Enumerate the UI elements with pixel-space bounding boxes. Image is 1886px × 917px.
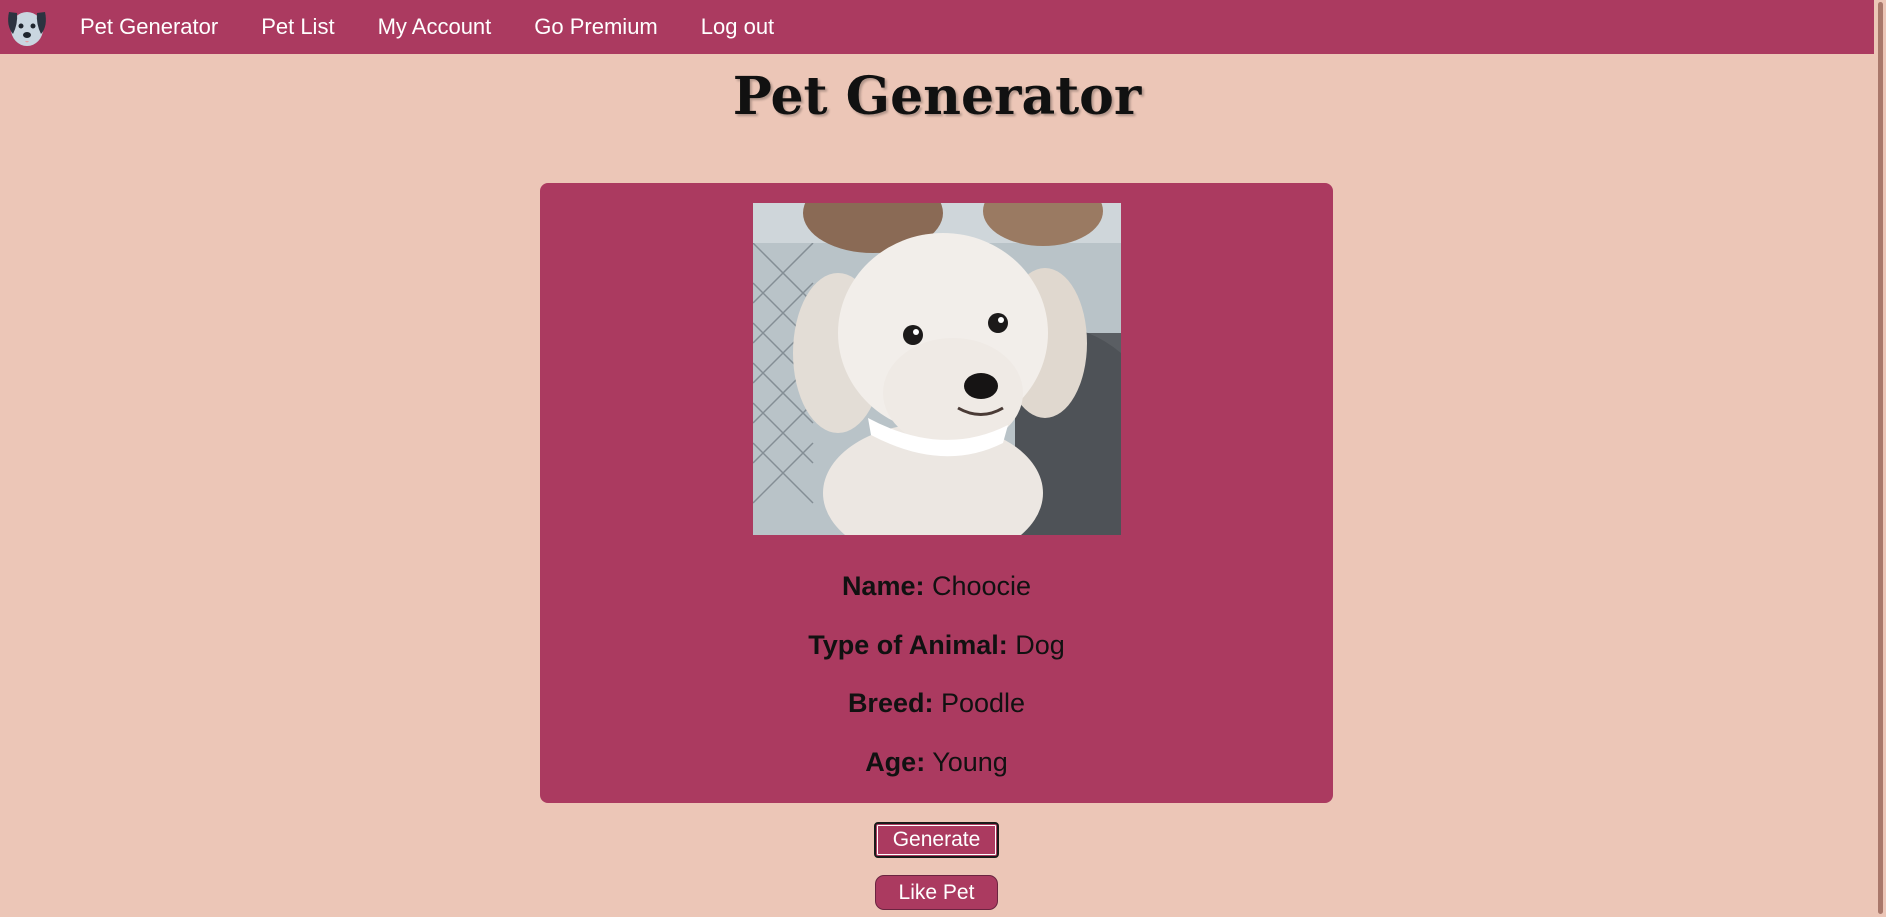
logo[interactable] xyxy=(2,2,52,52)
pet-photo xyxy=(753,203,1121,535)
pet-age-label: Age: xyxy=(865,747,926,777)
nav-log-out[interactable]: Log out xyxy=(701,14,774,40)
nav-go-premium[interactable]: Go Premium xyxy=(534,14,657,40)
pet-name-row: Name: Choocie xyxy=(540,569,1333,603)
pet-age-row: Age: Young xyxy=(540,745,1333,779)
pet-card: Name: Choocie Type of Animal: Dog Breed:… xyxy=(540,183,1333,803)
vertical-scrollbar[interactable] xyxy=(1874,0,1886,917)
pet-type-row: Type of Animal: Dog xyxy=(540,628,1333,662)
pet-type-label: Type of Animal: xyxy=(808,630,1008,660)
nav-pet-list[interactable]: Pet List xyxy=(261,14,334,40)
pet-name-label: Name: xyxy=(841,571,925,601)
pet-name-value: Choocie xyxy=(931,571,1032,601)
top-navbar: Pet Generator Pet List My Account Go Pre… xyxy=(0,0,1874,54)
pet-breed-row: Breed: Poodle xyxy=(540,686,1333,720)
nav-my-account[interactable]: My Account xyxy=(378,14,492,40)
pet-type-value: Dog xyxy=(1015,630,1065,660)
pet-breed-value: Poodle xyxy=(940,688,1026,718)
page-title: Pet Generator xyxy=(732,66,1142,127)
pet-age-value: Young xyxy=(932,747,1008,777)
pet-breed-label: Breed: xyxy=(847,688,934,718)
scrollbar-thumb[interactable] xyxy=(1878,2,1883,914)
nav-pet-generator[interactable]: Pet Generator xyxy=(80,14,218,40)
white-dog-photo xyxy=(753,203,1121,535)
generate-button[interactable]: Generate xyxy=(874,822,999,858)
dog-face-icon xyxy=(8,12,46,46)
like-pet-button[interactable]: Like Pet xyxy=(875,875,998,910)
